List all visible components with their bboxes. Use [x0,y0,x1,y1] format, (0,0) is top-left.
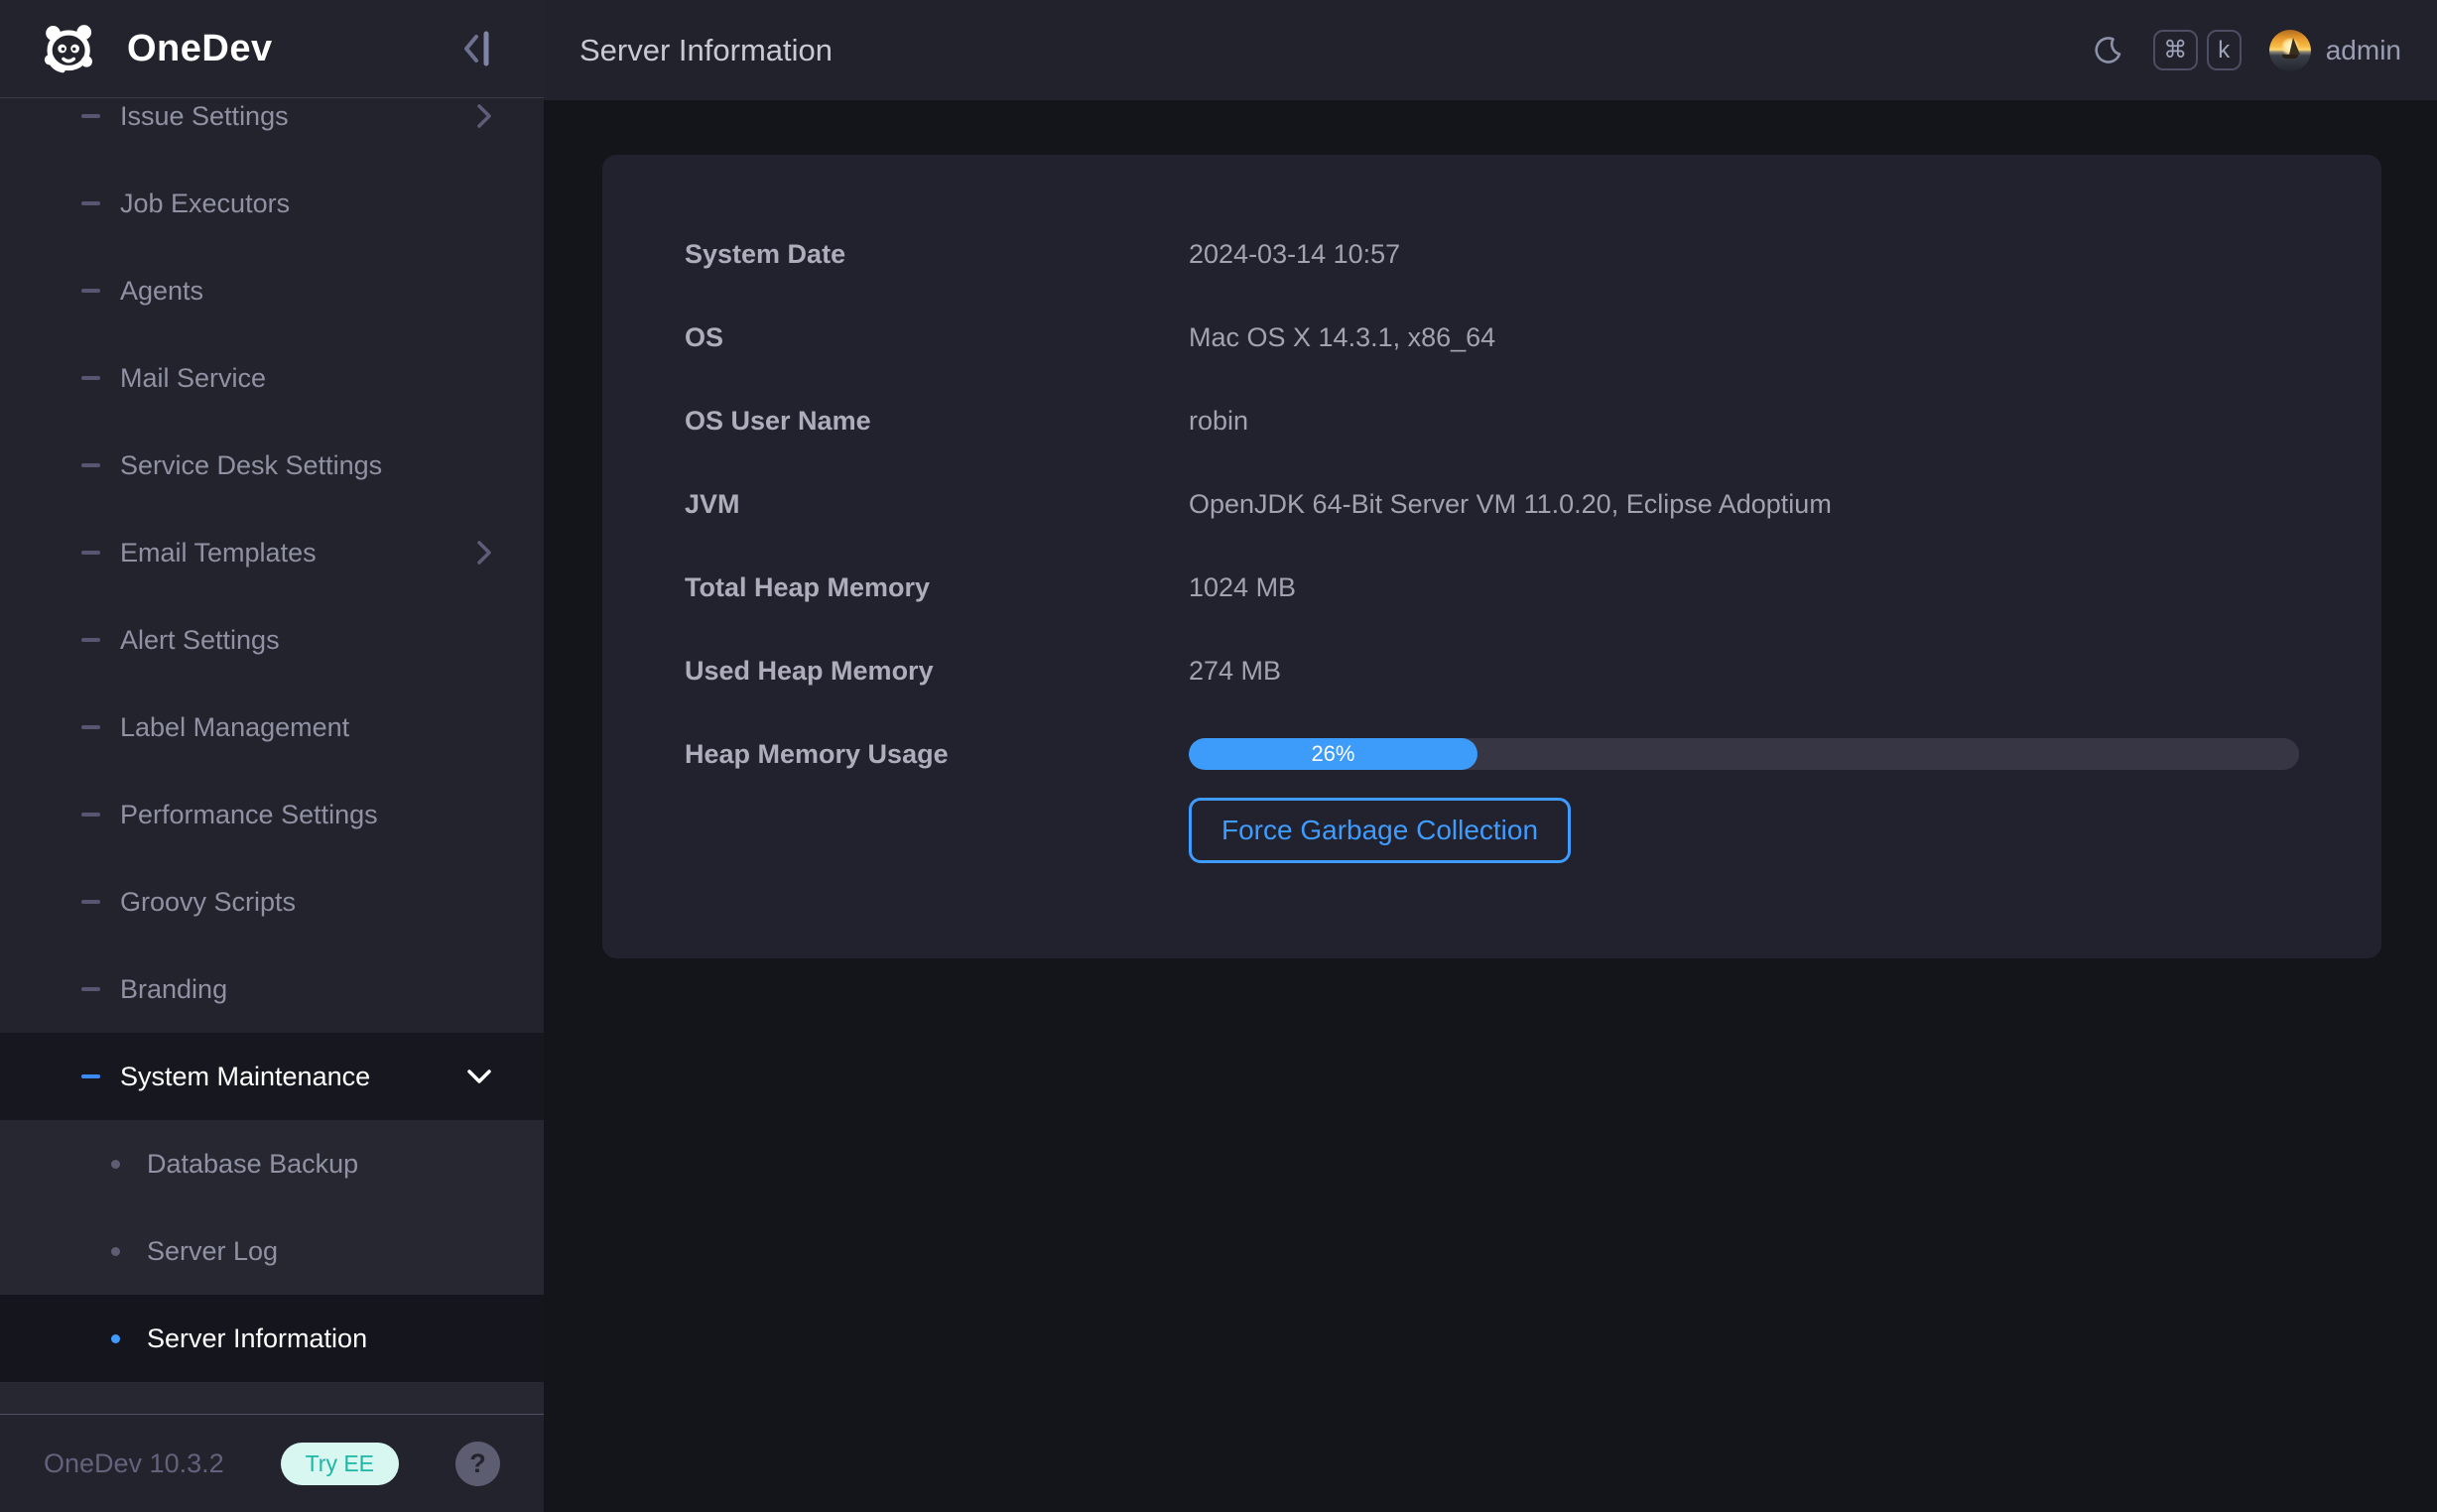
sidebar-footer: OneDev 10.3.2 Try EE ? [0,1414,544,1512]
content-area: System Date 2024-03-14 10:57 OS Mac OS X… [544,100,2437,1512]
avatar-sailboat [2289,38,2300,55]
info-value: 2024-03-14 10:57 [1189,239,1400,270]
info-value: 274 MB [1189,656,1281,687]
cmd-key-icon: ⌘ [2153,30,2198,70]
info-value: Mac OS X 14.3.1, x86_64 [1189,322,1495,353]
sidebar-item-alert-settings[interactable]: Alert Settings [0,596,544,684]
try-ee-badge[interactable]: Try EE [281,1443,399,1485]
sidebar-item-database-backup[interactable]: Database Backup [0,1120,544,1207]
dash-icon [81,114,100,118]
info-label: OS User Name [602,406,1189,437]
collapse-sidebar-icon[interactable] [458,25,500,72]
info-label: Used Heap Memory [602,656,1189,687]
command-palette-shortcut[interactable]: ⌘ k [2153,30,2242,70]
sidebar-item-issue-settings[interactable]: Issue Settings [0,97,544,160]
dash-icon [81,201,100,205]
dash-icon [81,551,100,555]
bullet-icon [111,1334,120,1343]
app-version: OneDev 10.3.2 [44,1449,224,1479]
sidebar-item-system-maintenance[interactable]: System Maintenance [0,1033,544,1120]
info-row-total-heap-memory: Total Heap Memory 1024 MB [602,546,2381,629]
sidebar-item-branding[interactable]: Branding [0,945,544,1033]
dash-icon [81,1074,100,1078]
sidebar-item-service-desk-settings[interactable]: Service Desk Settings [0,422,544,509]
info-row-used-heap-memory: Used Heap Memory 274 MB [602,629,2381,712]
avatar-hull [2282,55,2298,59]
dash-icon [81,638,100,642]
info-row-jvm: JVM OpenJDK 64-Bit Server VM 11.0.20, Ec… [602,462,2381,546]
page-title: Server Information [579,33,833,68]
sidebar-header: OneDev [0,0,544,97]
sidebar-item-server-information[interactable]: Server Information [0,1295,544,1382]
server-info-card: System Date 2024-03-14 10:57 OS Mac OS X… [602,155,2381,958]
user-avatar[interactable] [2269,30,2311,71]
topbar: Server Information ⌘ k admin [544,0,2437,100]
dash-icon [81,376,100,380]
dash-icon [81,289,100,293]
sidebar-item-groovy-scripts[interactable]: Groovy Scripts [0,858,544,945]
sidebar-item-mail-service[interactable]: Mail Service [0,334,544,422]
bullet-icon [111,1247,120,1256]
force-garbage-collection-button[interactable]: Force Garbage Collection [1189,798,1571,863]
moon-icon[interactable] [2094,37,2121,64]
sidebar-item-server-log[interactable]: Server Log [0,1207,544,1295]
info-value: robin [1189,406,1248,437]
sidebar-item-label-management[interactable]: Label Management [0,684,544,771]
info-label: Heap Memory Usage [602,739,1189,770]
info-value: OpenJDK 64-Bit Server VM 11.0.20, Eclips… [1189,489,1832,520]
user-menu[interactable]: admin [2326,35,2401,66]
chevron-down-icon [466,1069,492,1084]
dash-icon [81,463,100,467]
sidebar-item-email-templates[interactable]: Email Templates [0,509,544,596]
info-row-os-user-name: OS User Name robin [602,379,2381,462]
main-area: Server Information ⌘ k admin [544,0,2437,1512]
bullet-icon [111,1160,120,1169]
info-value: 1024 MB [1189,572,1296,603]
chevron-right-icon [476,103,492,129]
dash-icon [81,987,100,991]
info-label: System Date [602,239,1189,270]
system-maintenance-submenu: Database Backup Server Log Server Inform… [0,1120,544,1414]
info-label: JVM [602,489,1189,520]
k-key-icon: k [2207,30,2242,70]
app-name: OneDev [127,28,273,70]
dash-icon [81,813,100,817]
onedev-app: OneDev Issue Settings Jo [0,0,2437,1512]
onedev-panda-logo-icon[interactable] [42,23,97,74]
sidebar-item-performance-settings[interactable]: Performance Settings [0,771,544,858]
heap-usage-progress-bar: 26% [1189,738,2299,770]
sidebar: OneDev Issue Settings Jo [0,0,544,1512]
info-label: OS [602,322,1189,353]
dash-icon [81,725,100,729]
info-row-system-date: System Date 2024-03-14 10:57 [602,212,2381,296]
sidebar-item-subscription-management[interactable]: Subscription Management [0,1382,544,1414]
sidebar-item-job-executors[interactable]: Job Executors [0,160,544,247]
dash-icon [81,900,100,904]
heap-usage-progress-fill: 26% [1189,738,1477,770]
admin-menu: Issue Settings Job Executors Agents Mail… [0,97,544,1414]
info-label: Total Heap Memory [602,572,1189,603]
info-row-heap-memory-usage: Heap Memory Usage 26% [602,712,2381,796]
sidebar-item-agents[interactable]: Agents [0,247,544,334]
help-icon[interactable]: ? [455,1442,500,1486]
info-row-os: OS Mac OS X 14.3.1, x86_64 [602,296,2381,379]
chevron-right-icon [476,540,492,566]
topbar-actions: ⌘ k admin [2094,30,2401,71]
